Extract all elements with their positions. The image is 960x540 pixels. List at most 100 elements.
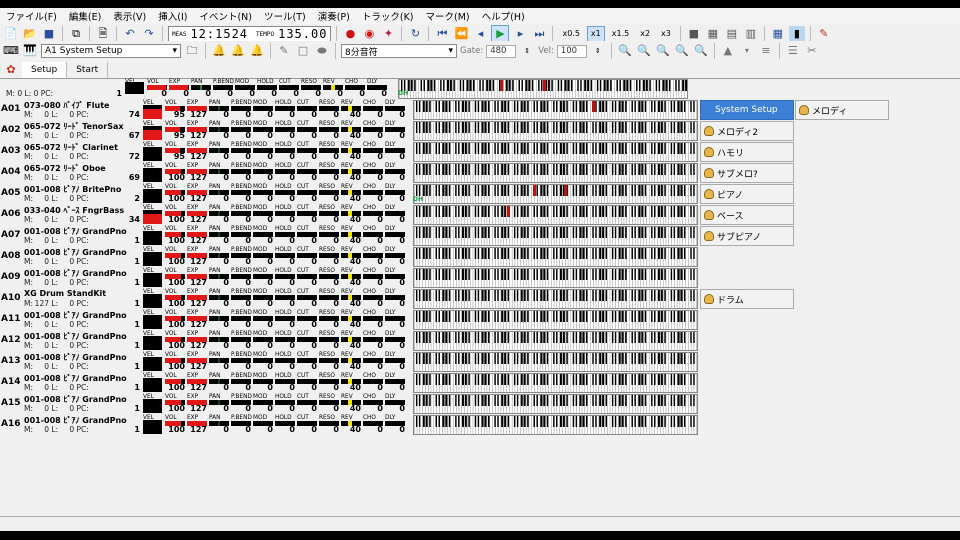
param-exp[interactable]: EXP 0 bbox=[169, 79, 191, 99]
param-pan[interactable]: PAN 0 bbox=[209, 352, 231, 372]
track-info[interactable]: 065-072 ﾘｰﾄﾞ TenorSax M: 0 L: 0 PC: 67 bbox=[22, 121, 142, 141]
menu-item-8[interactable]: マーク(M) bbox=[420, 9, 476, 23]
menu-item-2[interactable]: 表示(V) bbox=[107, 9, 152, 23]
param-dly[interactable]: DLY 0 bbox=[385, 268, 407, 288]
track-info[interactable]: 001-008 ﾋﾟｱﾉ GrandPno M: 0 L: 0 PC: 1 bbox=[22, 268, 142, 288]
param-exp[interactable]: EXP 127 bbox=[187, 352, 209, 372]
param-cho[interactable]: CHO 0 bbox=[345, 79, 367, 99]
param-exp[interactable]: EXP 127 bbox=[187, 121, 209, 141]
tab-setup[interactable]: Setup bbox=[22, 61, 68, 78]
track-info[interactable]: 001-008 ﾋﾟｱﾉ GrandPno M: 0 L: 0 PC: 1 bbox=[22, 394, 142, 414]
track-row-a16[interactable]: A16 001-008 ﾋﾟｱﾉ GrandPno M: 0 L: 0 PC: 1 VEL V… bbox=[0, 415, 700, 436]
param-vol[interactable]: VOL 100 bbox=[165, 352, 187, 372]
track-info[interactable]: 001-008 ﾋﾟｱﾉ GrandPno M: 0 L: 0 PC: 1 bbox=[22, 310, 142, 330]
param-reso[interactable]: RESO 0 bbox=[319, 352, 341, 372]
param-reso[interactable]: RESO 0 bbox=[319, 184, 341, 204]
param-cut[interactable]: CUT 0 bbox=[297, 247, 319, 267]
param-dly[interactable]: DLY 0 bbox=[385, 289, 407, 309]
param-pan[interactable]: PAN 0 bbox=[209, 205, 231, 225]
param-cho[interactable]: CHO 0 bbox=[363, 121, 385, 141]
prev-icon[interactable]: ◂ bbox=[472, 26, 488, 42]
param-vol[interactable]: VOL 95 bbox=[165, 142, 187, 162]
list-icon[interactable]: ▤ bbox=[724, 26, 740, 42]
param-pan[interactable]: PAN 0 bbox=[209, 121, 231, 141]
param-exp[interactable]: EXP 127 bbox=[187, 100, 209, 120]
param-hold[interactable]: HOLD 0 bbox=[275, 184, 297, 204]
param-exp[interactable]: EXP 127 bbox=[187, 184, 209, 204]
param-pbend[interactable]: P.BEND 0 bbox=[231, 310, 253, 330]
piano-roll-icon[interactable]: ▦ bbox=[770, 26, 786, 42]
param-hold[interactable]: HOLD 0 bbox=[275, 394, 297, 414]
param-mod[interactable]: MOD 0 bbox=[253, 100, 275, 120]
param-cut[interactable]: CUT 0 bbox=[297, 331, 319, 351]
param-exp[interactable]: EXP 127 bbox=[187, 142, 209, 162]
menu-item-3[interactable]: 挿入(I) bbox=[152, 9, 193, 23]
param-cut[interactable]: CUT 0 bbox=[297, 121, 319, 141]
param-pbend[interactable]: P.BEND 0 bbox=[231, 394, 253, 414]
track-row-a14[interactable]: A14 001-008 ﾋﾟｱﾉ GrandPno M: 0 L: 0 PC: 1 VEL V… bbox=[0, 373, 700, 394]
track-row-a04[interactable]: A04 065-072 ﾘｰﾄﾞ Oboe M: 0 L: 0 PC: 69 VEL VOL 1… bbox=[0, 163, 700, 184]
track-row-a03[interactable]: A03 065-072 ﾘｰﾄﾞ Clarinet M: 0 L: 0 PC: 72 VEL… bbox=[0, 142, 700, 163]
param-vel[interactable]: VEL bbox=[143, 100, 165, 120]
param-pan[interactable]: PAN 0 bbox=[209, 289, 231, 309]
track-info[interactable]: 001-008 ﾋﾟｱﾉ GrandPno M: 0 L: 0 PC: 1 bbox=[22, 226, 142, 246]
bell-icon[interactable]: 🔔 bbox=[211, 43, 227, 59]
next-icon[interactable]: ▸ bbox=[512, 26, 528, 42]
param-cho[interactable]: CHO 0 bbox=[363, 352, 385, 372]
zoom-fit-icon[interactable]: 🔍 bbox=[693, 43, 709, 59]
redo-icon[interactable]: ↷ bbox=[141, 26, 157, 42]
param-cut[interactable]: CUT 0 bbox=[297, 352, 319, 372]
param-reso[interactable]: RESO 0 bbox=[319, 226, 341, 246]
param-mod[interactable]: MOD 0 bbox=[253, 184, 275, 204]
param-cho[interactable]: CHO 0 bbox=[363, 142, 385, 162]
param-cho[interactable]: CHO 0 bbox=[363, 268, 385, 288]
track-name-item[interactable]: ハモリ bbox=[700, 142, 794, 162]
param-pbend[interactable]: P.BEND 0 bbox=[231, 415, 253, 435]
param-rev[interactable]: REV 40 bbox=[341, 247, 363, 267]
speed-x3-button[interactable]: x3 bbox=[657, 26, 675, 42]
param-rev[interactable]: REV 0 bbox=[323, 79, 345, 99]
param-dly[interactable]: DLY 0 bbox=[385, 415, 407, 435]
param-hold[interactable]: HOLD 0 bbox=[275, 100, 297, 120]
track-info[interactable]: 065-072 ﾘｰﾄﾞ Clarinet M: 0 L: 0 PC: 72 bbox=[22, 142, 142, 162]
param-rev[interactable]: REV 40 bbox=[341, 352, 363, 372]
track-row-a10[interactable]: A10 XG Drum StandKit M: 127 L: 0 PC: 1 VEL VOL 1… bbox=[0, 289, 700, 310]
track-row-a08[interactable]: A08 001-008 ﾋﾟｱﾉ GrandPno M: 0 L: 0 PC: 1 VEL V… bbox=[0, 247, 700, 268]
track-info[interactable]: XG Drum StandKit M: 127 L: 0 PC: 1 bbox=[22, 289, 142, 309]
param-vel[interactable]: VEL bbox=[143, 268, 165, 288]
param-reso[interactable]: RESO 0 bbox=[319, 163, 341, 183]
track-name-item[interactable]: ベース bbox=[700, 205, 794, 225]
param-cut[interactable]: CUT 0 bbox=[297, 100, 319, 120]
track-row-a07[interactable]: A07 001-008 ﾋﾟｱﾉ GrandPno M: 0 L: 0 PC: 1 VEL V… bbox=[0, 226, 700, 247]
param-cut[interactable]: CUT 0 bbox=[297, 415, 319, 435]
track-name-item[interactable]: ドラム bbox=[700, 289, 794, 309]
step-record-icon[interactable]: ✦ bbox=[380, 26, 396, 42]
param-exp[interactable]: EXP 127 bbox=[187, 268, 209, 288]
param-reso[interactable]: RESO 0 bbox=[319, 247, 341, 267]
gate-input[interactable]: 480 bbox=[486, 44, 517, 58]
track-row-a06[interactable]: A06 033-040 ﾍﾞｰｽ FngrBass M: 0 L: 0 PC: 34 VEL… bbox=[0, 205, 700, 226]
param-pbend[interactable]: P.BEND 0 bbox=[231, 352, 253, 372]
rewind-start-icon[interactable]: ⏮ bbox=[434, 26, 450, 42]
param-vol[interactable]: VOL 100 bbox=[165, 310, 187, 330]
param-vel[interactable]: VEL bbox=[143, 205, 165, 225]
document-icon[interactable]: 🗎 bbox=[95, 26, 111, 42]
param-rev[interactable]: REV 40 bbox=[341, 205, 363, 225]
track-row-a11[interactable]: A11 001-008 ﾋﾟｱﾉ GrandPno M: 0 L: 0 PC: 1 VEL V… bbox=[0, 310, 700, 331]
new-file-icon[interactable]: 📄 bbox=[3, 26, 19, 42]
forward-end-icon[interactable]: ⏭ bbox=[531, 26, 547, 42]
param-reso[interactable]: RESO 0 bbox=[319, 310, 341, 330]
param-pan[interactable]: PAN 0 bbox=[209, 394, 231, 414]
folder-icon[interactable]: 🗀 bbox=[184, 43, 200, 59]
tools-icon[interactable]: ✂ bbox=[804, 43, 820, 59]
param-pbend[interactable]: P.BEND 0 bbox=[231, 100, 253, 120]
param-cho[interactable]: CHO 0 bbox=[363, 310, 385, 330]
param-reso[interactable]: RESO 0 bbox=[319, 331, 341, 351]
param-pbend[interactable]: P.BEND 0 bbox=[231, 163, 253, 183]
param-dly[interactable]: DLY 0 bbox=[385, 205, 407, 225]
param-vol[interactable]: VOL 100 bbox=[165, 373, 187, 393]
spin-icon[interactable]: ⇕ bbox=[590, 43, 606, 59]
zoom-h-in-icon[interactable]: 🔍 bbox=[655, 43, 671, 59]
param-vol[interactable]: VOL 95 bbox=[165, 100, 187, 120]
param-hold[interactable]: HOLD 0 bbox=[275, 142, 297, 162]
